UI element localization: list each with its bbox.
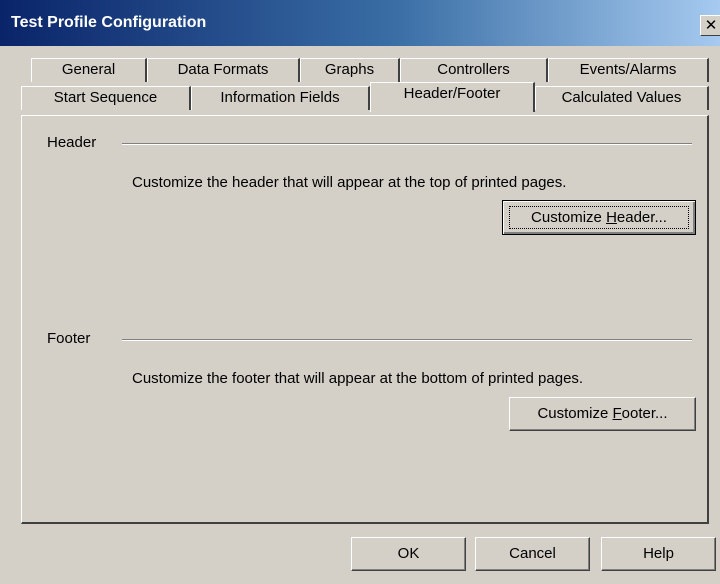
tab-panel: Header Customize the header that will ap… — [21, 115, 709, 524]
footer-description: Customize the footer that will appear at… — [132, 370, 584, 387]
tab-general[interactable]: General — [31, 58, 147, 82]
header-group-label: Header — [47, 134, 97, 151]
ok-button[interactable]: OK — [351, 537, 466, 571]
close-icon: ✕ — [704, 16, 718, 34]
cancel-button[interactable]: Cancel — [475, 537, 590, 571]
customize-footer-label: Customize Footer... — [537, 405, 668, 422]
footer-group-divider — [122, 339, 692, 341]
tab-graphs[interactable]: Graphs — [300, 58, 400, 82]
dialog-window: Test Profile Configuration ✕ General Dat… — [0, 0, 720, 584]
close-button[interactable]: ✕ — [700, 15, 720, 36]
tab-events-alarms[interactable]: Events/Alarms — [548, 58, 709, 82]
tab-calculated-values[interactable]: Calculated Values — [535, 86, 709, 110]
window-title: Test Profile Configuration — [11, 14, 207, 31]
tab-controllers[interactable]: Controllers — [400, 58, 548, 82]
header-description: Customize the header that will appear at… — [132, 174, 567, 191]
title-bar[interactable]: Test Profile Configuration ✕ — [0, 0, 720, 46]
focus-indicator — [509, 206, 689, 229]
footer-group-label: Footer — [47, 330, 91, 347]
customize-header-button[interactable]: Customize Header... — [502, 200, 696, 235]
header-group-divider — [122, 143, 692, 145]
customize-footer-button[interactable]: Customize Footer... — [509, 397, 696, 431]
help-button[interactable]: Help — [601, 537, 716, 571]
tab-start-sequence[interactable]: Start Sequence — [21, 86, 191, 110]
tab-information-fields[interactable]: Information Fields — [191, 86, 370, 110]
tab-data-formats[interactable]: Data Formats — [147, 58, 300, 82]
tab-header-footer[interactable]: Header/Footer — [370, 82, 535, 112]
